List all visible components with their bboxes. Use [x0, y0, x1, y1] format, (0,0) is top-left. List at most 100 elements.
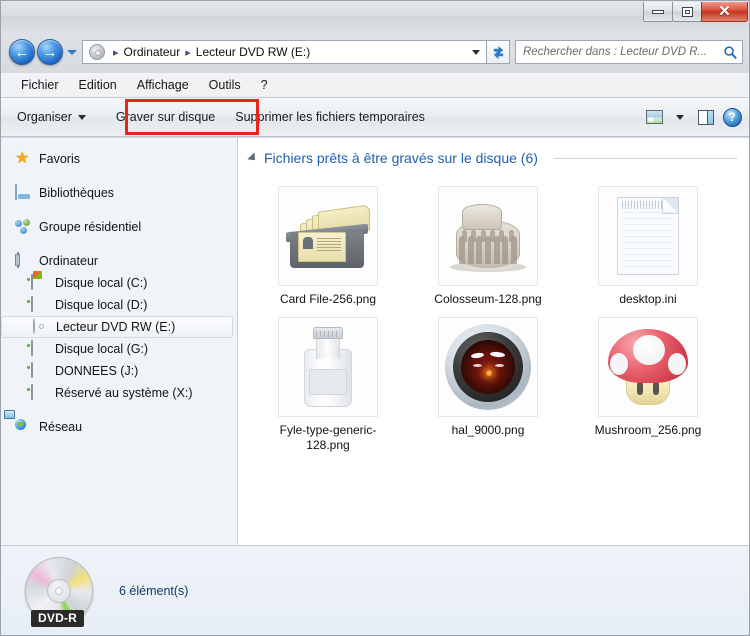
file-name-label: hal_9000.png: [451, 423, 525, 437]
breadcrumb-item-ordinateur[interactable]: Ordinateur: [124, 45, 181, 59]
file-item-fyle-type-generic[interactable]: Fyle-type-generic-128.png: [248, 309, 408, 455]
back-button[interactable]: ←: [9, 39, 35, 65]
file-name-label: Colosseum-128.png: [434, 292, 542, 306]
file-thumbnail: [598, 186, 698, 286]
text-document-icon: [617, 197, 679, 275]
navigation-pane[interactable]: ★ Favoris Bibliothèques Groupe résidenti…: [1, 138, 238, 545]
sidebar-item-disque-local-d[interactable]: Disque local (D:): [1, 294, 237, 316]
chevron-down-icon: [472, 49, 480, 55]
file-item-mushroom[interactable]: Mushroom_256.png: [568, 309, 728, 455]
sidebar-item-label: Bibliothèques: [39, 186, 115, 200]
preview-pane-button[interactable]: [693, 104, 719, 130]
change-view-button[interactable]: [641, 104, 667, 130]
dvd-drive-icon: [32, 317, 49, 336]
close-button[interactable]: ✕: [701, 2, 748, 22]
sidebar-item-label: Ordinateur: [39, 254, 99, 268]
file-item-hal-9000[interactable]: hal_9000.png: [408, 309, 568, 455]
recent-pages-button[interactable]: [65, 49, 79, 55]
sidebar-item-label: Lecteur DVD RW (E:): [56, 320, 176, 334]
sidebar-item-reserve-au-systeme-x[interactable]: Réservé au système (X:): [1, 382, 237, 404]
sidebar-item-ordinateur[interactable]: Ordinateur: [1, 250, 237, 272]
chevron-down-icon: [676, 114, 684, 120]
sidebar-item-favoris[interactable]: ★ Favoris: [1, 148, 237, 170]
breadcrumb-separator-0: ▸: [113, 46, 119, 59]
sidebar-item-disque-local-c[interactable]: Disque local (C:): [1, 272, 237, 294]
menu-item-affichage[interactable]: Affichage: [127, 76, 199, 94]
content-area: ★ Favoris Bibliothèques Groupe résidenti…: [1, 138, 749, 545]
system-drive-icon: [31, 273, 48, 292]
organize-button[interactable]: Organiser: [7, 104, 96, 130]
breadcrumb-separator-1: ▸: [185, 46, 191, 59]
group-divider: [553, 157, 737, 159]
file-name-label: Mushroom_256.png: [594, 423, 702, 437]
card-file-icon: [286, 204, 370, 268]
address-bar-row: ← → ▸ Ordinateur ▸ Lecteur DVD RW (E:) R…: [1, 31, 749, 73]
forward-arrow-icon: →: [42, 43, 58, 61]
organize-label: Organiser: [17, 110, 72, 124]
sidebar-item-reseau[interactable]: Réseau: [1, 409, 237, 438]
file-name-label: Card File-256.png: [279, 292, 377, 306]
minimize-icon: [652, 9, 664, 14]
file-item-desktop-ini[interactable]: desktop.ini: [568, 178, 728, 309]
drive-icon: [31, 295, 48, 314]
homegroup-icon: [15, 218, 32, 236]
file-list-pane[interactable]: Fichiers prêts à être gravés sur le disq…: [238, 138, 749, 545]
item-count-text: 6 élément(s): [119, 584, 189, 598]
file-thumbnail: [598, 317, 698, 417]
sidebar-item-bibliotheques[interactable]: Bibliothèques: [1, 182, 237, 204]
search-input[interactable]: Rechercher dans : Lecteur DVD R...: [515, 40, 743, 64]
forward-button[interactable]: →: [37, 39, 63, 65]
breadcrumb-item-dvd-drive[interactable]: Lecteur DVD RW (E:): [196, 45, 310, 59]
title-bar: ✕: [1, 1, 749, 31]
file-item-card-file[interactable]: Card File-256.png: [248, 178, 408, 309]
maximize-button[interactable]: [672, 2, 702, 22]
menu-item-edition[interactable]: Edition: [69, 76, 127, 94]
preview-pane-icon: [698, 109, 714, 125]
help-icon: ?: [722, 107, 742, 127]
file-thumbnail: [438, 186, 538, 286]
file-name-label: Fyle-type-generic-128.png: [279, 423, 377, 452]
libraries-icon: [15, 183, 32, 202]
file-thumbnail: [278, 317, 378, 417]
close-icon: ✕: [718, 3, 731, 20]
file-group-header[interactable]: Fichiers prêts à être gravés sur le disq…: [238, 138, 749, 166]
search-icon[interactable]: [723, 45, 738, 60]
status-bar: DVD-R 6 élément(s): [1, 545, 749, 635]
file-thumbnail: [278, 186, 378, 286]
mushroom-icon: [608, 327, 688, 407]
delete-temp-files-button[interactable]: Supprimer les fichiers temporaires: [225, 104, 435, 130]
dvd-drive-icon: [89, 44, 105, 60]
computer-icon: [15, 251, 32, 270]
sidebar-item-label: Disque local (C:): [55, 276, 148, 290]
sidebar-item-label: DONNEES (J:): [55, 364, 139, 378]
minimize-button[interactable]: [643, 2, 673, 22]
refresh-button[interactable]: [486, 40, 510, 64]
file-item-colosseum[interactable]: Colosseum-128.png: [408, 178, 568, 309]
burn-to-disc-button[interactable]: Graver sur disque: [106, 104, 225, 130]
sidebar-item-lecteur-dvd-rw-e[interactable]: Lecteur DVD RW (E:): [1, 316, 233, 338]
breadcrumb-dropdown-button[interactable]: [466, 40, 486, 64]
star-icon: ★: [15, 149, 30, 167]
menu-item-outils[interactable]: Outils: [199, 76, 251, 94]
file-thumbnail: [438, 317, 538, 417]
collapse-arrow-icon[interactable]: [247, 152, 259, 164]
menu-item-fichier[interactable]: Fichier: [11, 76, 69, 94]
file-name-label: desktop.ini: [619, 292, 677, 306]
views-icon: [645, 110, 663, 124]
search-placeholder: Rechercher dans : Lecteur DVD R...: [523, 46, 708, 58]
change-view-dropdown-button[interactable]: [667, 104, 693, 130]
sidebar-item-donnees-j[interactable]: DONNEES (J:): [1, 360, 237, 382]
sidebar-item-label: Réservé au système (X:): [55, 386, 193, 400]
drive-icon: [31, 339, 48, 358]
sidebar-item-disque-local-g[interactable]: Disque local (G:): [1, 338, 237, 360]
sidebar-item-groupe-residentiel[interactable]: Groupe résidentiel: [1, 216, 237, 238]
network-icon: [4, 409, 32, 436]
breadcrumb[interactable]: ▸ Ordinateur ▸ Lecteur DVD RW (E:): [82, 40, 466, 64]
help-button[interactable]: ?: [719, 104, 745, 130]
sidebar-item-label: Disque local (G:): [55, 342, 149, 356]
chevron-down-icon: [77, 114, 86, 120]
menu-item-help[interactable]: ?: [251, 76, 278, 94]
